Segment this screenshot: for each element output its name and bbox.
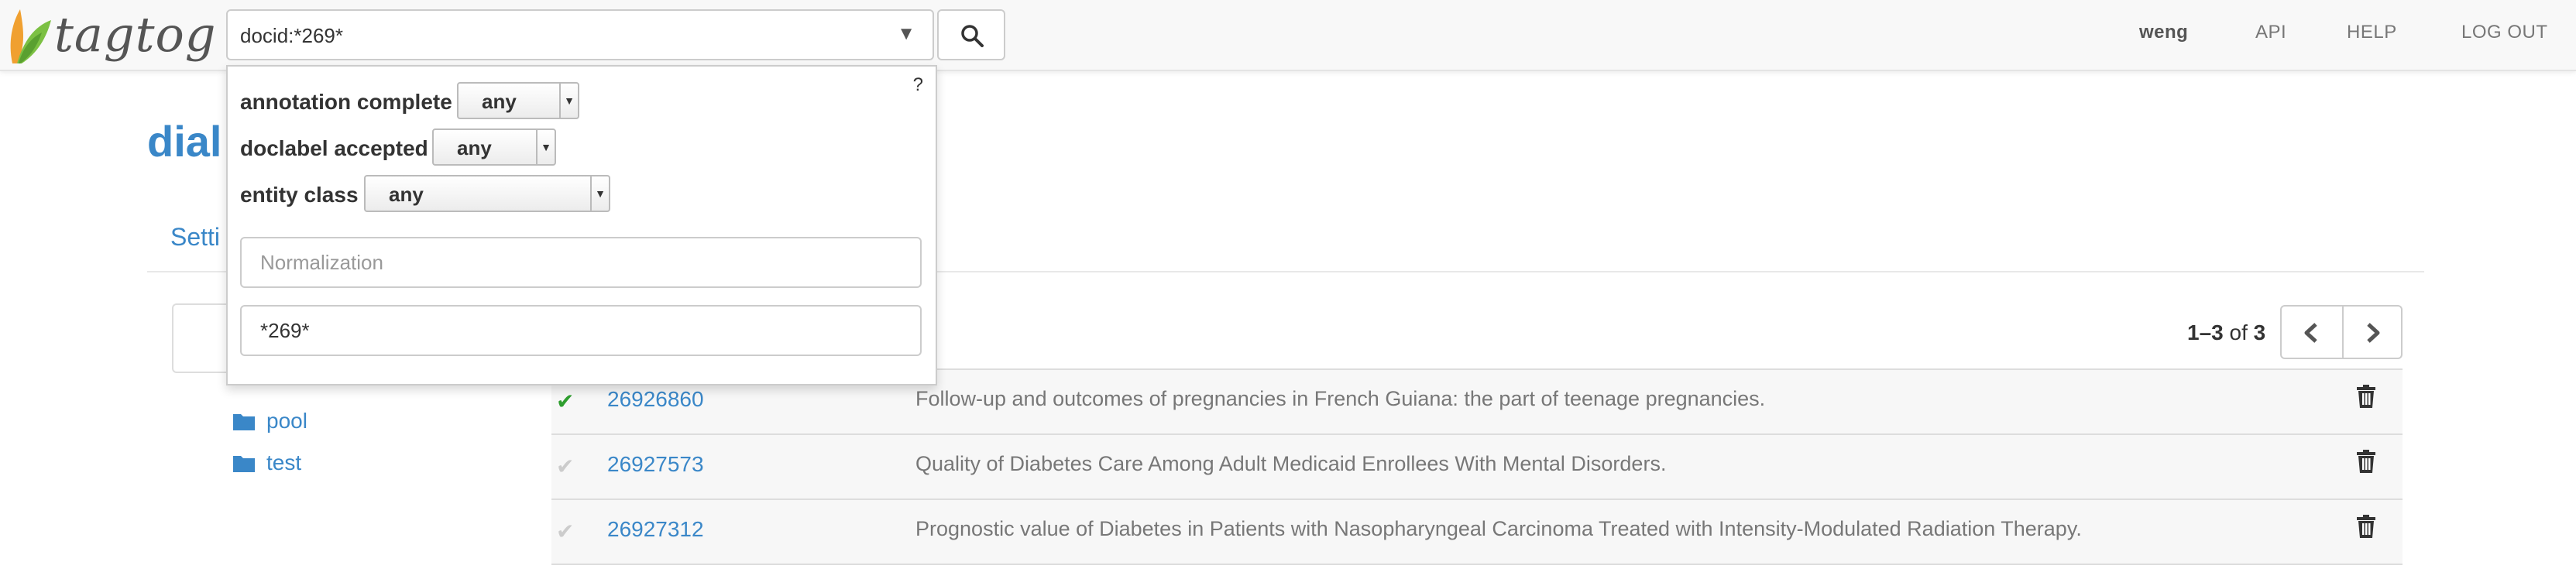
entity-class-select[interactable]: any ▼	[364, 175, 610, 212]
document-title: Prognostic value of Diabetes in Patients…	[915, 517, 2082, 540]
document-title: Follow-up and outcomes of pregnancies in…	[915, 387, 1766, 410]
trash-icon[interactable]	[2356, 384, 2376, 409]
select-value: any	[389, 183, 424, 206]
nav-help[interactable]: HELP	[2347, 22, 2397, 43]
table-row[interactable]: ✔ 26927573 Quality of Diabetes Care Amon…	[551, 433, 2403, 498]
select-value: any	[482, 90, 517, 113]
triangle-down-icon: ▼	[559, 84, 578, 118]
normalization-input[interactable]	[240, 237, 922, 288]
document-title: Quality of Diabetes Care Among Adult Med…	[915, 452, 1667, 475]
document-id-link[interactable]: 26927573	[607, 452, 704, 477]
table-row[interactable]: ✔ 26927312 Prognostic value of Diabetes …	[551, 498, 2403, 565]
leaf-logo-icon	[10, 9, 51, 63]
nav-logout[interactable]: LOG OUT	[2461, 22, 2548, 43]
nav-user[interactable]: weng	[2139, 22, 2188, 43]
filter-label: annotation complete	[240, 90, 452, 114]
sidebar-folder-test[interactable]: test	[232, 451, 301, 475]
page-title: dial	[147, 117, 222, 166]
pagination-total: 3	[2253, 320, 2266, 344]
chevron-left-icon[interactable]	[2302, 322, 2320, 344]
annotation-complete-select[interactable]: any ▼	[457, 82, 579, 119]
filter-label: doclabel accepted	[240, 136, 428, 160]
docid-filter-input[interactable]	[240, 305, 922, 356]
document-table: ✔ 26926860 Follow-up and outcomes of pre…	[551, 368, 2403, 565]
triangle-down-icon: ▼	[590, 176, 609, 211]
triangle-down-icon: ▼	[536, 130, 555, 164]
folder-icon	[233, 456, 255, 472]
tab-settings[interactable]: Setti	[170, 223, 220, 252]
filter-label: entity class	[240, 183, 359, 207]
magnifier-icon	[961, 25, 984, 47]
trash-icon[interactable]	[2356, 449, 2376, 474]
search-filter-dropdown: ? annotation complete any ▼ doclabel acc…	[226, 65, 937, 385]
help-link[interactable]: ?	[913, 74, 923, 96]
search-button[interactable]	[937, 9, 1005, 60]
check-icon[interactable]: ✔	[556, 454, 574, 479]
pagination-range: 1–3	[2187, 320, 2224, 344]
document-id-link[interactable]: 26926860	[607, 387, 704, 412]
search-box[interactable]: ▼	[226, 9, 934, 60]
chevron-right-icon[interactable]	[2364, 322, 2382, 344]
nav-api[interactable]: API	[2255, 22, 2286, 43]
pagination-info: 1–3 of 3	[2187, 320, 2265, 345]
top-navbar: tagtog ▼ weng API HELP LOG OUT	[0, 0, 2576, 71]
trash-icon[interactable]	[2356, 514, 2376, 539]
folder-icon	[233, 414, 255, 430]
brand-logo[interactable]: tagtog	[6, 3, 216, 65]
document-id-link[interactable]: 26927312	[607, 517, 704, 542]
pager-divider	[2342, 307, 2344, 358]
pagination-of: of	[2229, 320, 2248, 344]
search-input[interactable]	[239, 17, 877, 54]
sidebar-folder-pool[interactable]: pool	[232, 409, 307, 433]
triangle-down-icon[interactable]: ▼	[897, 23, 915, 45]
doclabel-accepted-select[interactable]: any ▼	[432, 128, 556, 166]
check-icon[interactable]: ✔	[556, 519, 574, 544]
folder-label: pool	[266, 409, 307, 433]
select-value: any	[457, 136, 492, 159]
check-icon[interactable]: ✔	[556, 389, 574, 414]
folder-label: test	[266, 451, 302, 475]
brand-name: tagtog	[54, 6, 217, 63]
pager	[2280, 305, 2403, 359]
